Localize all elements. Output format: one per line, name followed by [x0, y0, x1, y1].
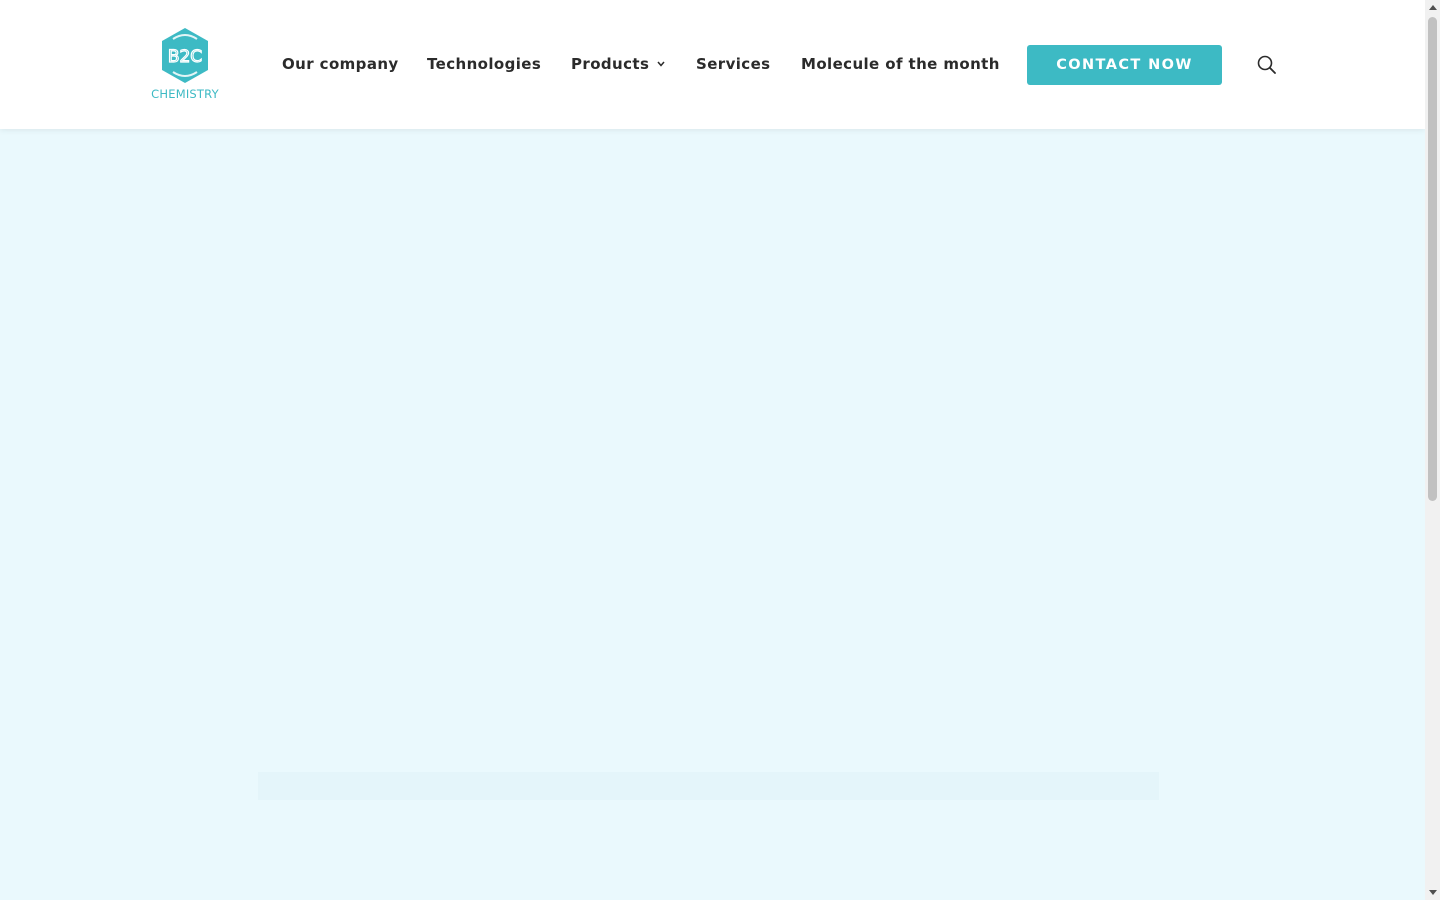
search-icon — [1257, 55, 1276, 74]
nav-item-products-label: Products — [571, 55, 650, 73]
nav-item-services[interactable]: Services — [696, 54, 771, 74]
logo-caption: CHEMISTRY — [151, 87, 219, 101]
page: B2C CHEMISTRY Our company Technologies P… — [0, 0, 1440, 900]
nav-item-technologies[interactable]: Technologies — [427, 54, 541, 74]
hero-section — [0, 129, 1425, 900]
nav-item-products[interactable]: Products — [571, 54, 665, 75]
hero-content-placeholder — [258, 772, 1159, 800]
hexagon-logo-icon: B2C — [162, 28, 208, 83]
logo-mark-text: B2C — [168, 47, 202, 67]
nav-item-our-company[interactable]: Our company — [282, 54, 399, 74]
brand-logo[interactable]: B2C CHEMISTRY — [146, 26, 226, 104]
site-header: B2C CHEMISTRY Our company Technologies P… — [0, 0, 1425, 129]
search-button[interactable] — [1256, 54, 1278, 76]
arrow-up-icon[interactable] — [1425, 0, 1440, 15]
contact-now-button[interactable]: CONTACT NOW — [1027, 45, 1222, 85]
page-scrollbar[interactable] — [1425, 0, 1440, 900]
nav-item-molecule-of-the-month[interactable]: Molecule of the month — [801, 54, 1000, 74]
chevron-down-icon — [657, 55, 665, 75]
scrollbar-thumb[interactable] — [1428, 17, 1437, 501]
arrow-down-icon[interactable] — [1425, 885, 1440, 900]
